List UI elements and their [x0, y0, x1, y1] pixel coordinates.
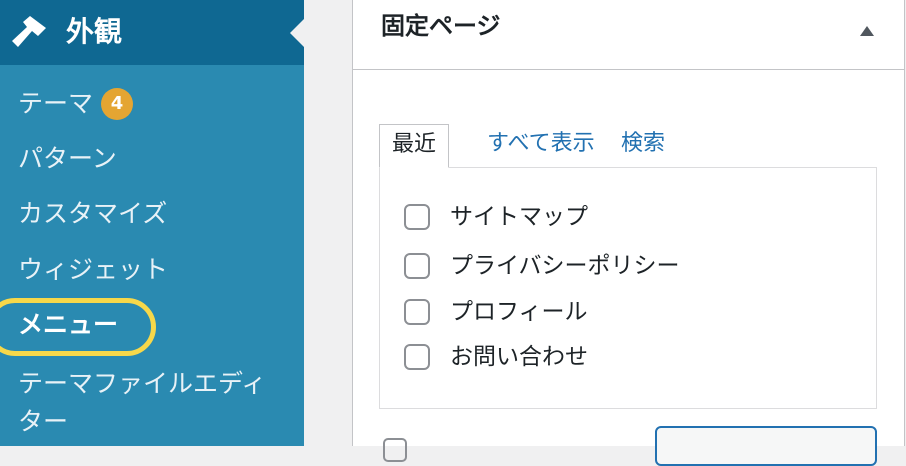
submenu-item-customize[interactable]: カスタマイズ	[18, 197, 167, 231]
page-label: お問い合わせ	[450, 344, 588, 370]
submenu-item-label: ウィジェット	[18, 255, 169, 284]
collapse-arrow-icon[interactable]	[860, 26, 874, 36]
page-label: プロフィール	[450, 299, 588, 325]
update-count-badge: 4	[101, 88, 134, 120]
page-label: サイトマップ	[450, 204, 588, 230]
submenu-item-theme-file-editor[interactable]: テーマファイルエディター	[18, 365, 278, 441]
menu-appearance[interactable]: 外観	[0, 0, 304, 65]
tab-view-all[interactable]: すべて表示	[475, 124, 607, 164]
page-checkbox[interactable]	[404, 253, 430, 279]
tab-recent[interactable]: 最近	[379, 124, 450, 168]
recent-pages-list: サイトマップ プライバシーポリシー プロフィール お問い合わせ	[379, 167, 877, 409]
submenu-item-label: パターン	[18, 144, 117, 173]
metabox-title: 固定ページ	[381, 12, 501, 40]
page-label: プライバシーポリシー	[450, 253, 680, 279]
submenu-item-label: カスタマイズ	[18, 199, 168, 228]
current-menu-indicator	[290, 19, 304, 47]
submenu-item-label: テーマファイルエディター	[18, 369, 267, 436]
select-all-checkbox[interactable]	[383, 438, 407, 462]
add-to-menu-button[interactable]	[655, 426, 877, 466]
menu-appearance-label: 外観	[66, 15, 123, 48]
submenu-item-label: テーマ	[18, 89, 94, 118]
submenu-item-patterns[interactable]: パターン	[18, 142, 117, 176]
main-content: 固定ページ 最近 すべて表示 検索 サイトマップ プライバシーポリシー プロフィ…	[304, 0, 906, 466]
metabox-header[interactable]: 固定ページ	[353, 0, 904, 70]
admin-sidebar: 外観 テーマ 4 パターン カスタマイズ ウィジェット メニュー テーマファイルエ…	[0, 0, 304, 446]
submenu-item-widgets[interactable]: ウィジェット	[18, 253, 168, 287]
highlight-annotation	[0, 298, 156, 356]
tab-search[interactable]: 検索	[609, 124, 677, 164]
page-checkbox[interactable]	[404, 344, 430, 370]
page-checkbox[interactable]	[404, 299, 430, 325]
submenu-item-themes[interactable]: テーマ 4	[18, 87, 134, 121]
pages-metabox: 固定ページ 最近 すべて表示 検索 サイトマップ プライバシーポリシー プロフィ…	[352, 0, 905, 466]
page-checkbox[interactable]	[404, 204, 430, 230]
paintbrush-icon	[12, 16, 46, 47]
